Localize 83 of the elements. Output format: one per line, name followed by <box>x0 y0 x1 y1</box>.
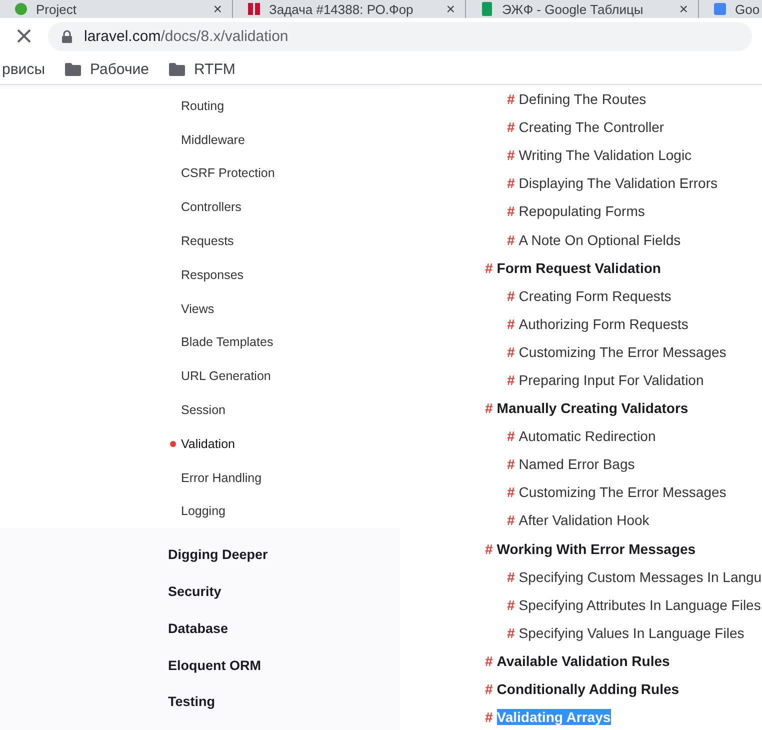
anchor-hash[interactable]: # <box>507 175 515 192</box>
folder-icon <box>168 62 185 76</box>
anchor-hash[interactable]: # <box>485 652 493 669</box>
anchor-hash[interactable]: # <box>507 428 515 444</box>
anchor-hash[interactable]: # <box>485 400 493 416</box>
folder-icon <box>64 62 81 76</box>
contents-link[interactable]: Specifying Attributes In Language Files <box>518 596 761 613</box>
contents-link[interactable]: Repopulating Forms <box>518 203 645 220</box>
tab-title: Goo <box>735 2 761 16</box>
tab-title: Задача #14388: РО.Фор <box>269 2 414 16</box>
bookmark[interactable]: рвисы <box>0 60 45 78</box>
sidebar-link[interactable]: Logging <box>170 504 226 518</box>
anchor-hash[interactable]: # <box>485 681 493 698</box>
anchor-hash[interactable]: # <box>507 119 515 136</box>
contents-link[interactable]: Creating The Controller <box>518 119 664 136</box>
tab-close-button[interactable]: × <box>679 0 688 18</box>
contents-link[interactable]: Customizing The Error Messages <box>518 484 726 500</box>
tab-title: Project <box>36 2 78 16</box>
sidebar-link[interactable]: CSRF Protection <box>170 166 275 180</box>
sidebar-link[interactable]: Testing <box>168 694 215 710</box>
anchor-hash[interactable]: # <box>507 624 515 641</box>
contents-link[interactable]: Displaying The Validation Errors <box>518 175 718 192</box>
contents-link[interactable]: Authorizing Form Requests <box>518 316 688 332</box>
anchor-hash[interactable]: # <box>507 232 515 248</box>
sidebar-link[interactable]: Routing <box>170 98 224 113</box>
sidebar-link[interactable]: Controllers <box>170 200 242 214</box>
contents-link[interactable]: Working With Error Messages <box>496 540 696 557</box>
sidebar-link[interactable]: Session <box>170 403 226 418</box>
sidebar-link[interactable]: Digging Deeper <box>168 547 268 562</box>
anchor-hash[interactable]: # <box>507 344 515 360</box>
anchor-hash[interactable]: # <box>507 316 515 332</box>
tab-title: ЭЖФ - Google Таблицы <box>502 2 644 16</box>
tab-favicon-icon <box>14 2 28 16</box>
contents-link[interactable]: Specifying Values In Language Files <box>518 624 744 641</box>
tab-favicon-icon <box>713 2 727 16</box>
url-text: laravel.com/docs/8.x/validation <box>84 28 288 44</box>
contents-link[interactable]: Automatic Redirection <box>518 428 656 444</box>
contents-link[interactable]: Defining The Routes <box>518 91 646 108</box>
anchor-hash[interactable]: # <box>485 260 493 276</box>
contents-link[interactable]: Preparing Input For Validation <box>518 372 704 388</box>
contents-link[interactable]: Specifying Custom Messages In Langu <box>518 568 762 585</box>
close-icon[interactable] <box>17 29 31 43</box>
tab-favicon-icon <box>480 2 494 16</box>
sidebar-link[interactable]: Database <box>168 620 228 636</box>
anchor-hash[interactable]: # <box>507 568 515 585</box>
contents-link[interactable]: Form Request Validation <box>496 260 661 276</box>
bookmark[interactable]: Рабочие <box>64 60 149 78</box>
anchor-hash[interactable]: # <box>507 512 515 528</box>
tab-close-button[interactable]: × <box>446 0 455 18</box>
contents-link[interactable]: Creating Form Requests <box>518 288 672 304</box>
lock-icon <box>62 30 72 42</box>
contents-link[interactable]: Manually Creating Validators <box>496 400 688 416</box>
anchor-hash[interactable]: # <box>485 709 493 726</box>
anchor-hash[interactable]: # <box>507 147 515 164</box>
tab-close-button[interactable]: × <box>213 0 222 18</box>
sidebar-link[interactable]: Eloquent ORM <box>168 658 261 673</box>
sidebar-link[interactable]: Security <box>168 584 222 600</box>
anchor-hash[interactable]: # <box>507 372 515 388</box>
contents-link[interactable]: Customizing The Error Messages <box>518 344 726 360</box>
anchor-hash[interactable]: # <box>507 484 515 500</box>
contents-link[interactable]: Conditionally Adding Rules <box>496 681 680 698</box>
sidebar-link[interactable]: URL Generation <box>170 369 271 384</box>
bookmark[interactable]: RTFM <box>168 60 236 78</box>
sidebar-link[interactable]: Blade Templates <box>170 335 274 350</box>
contents-link[interactable]: Available Validation Rules <box>496 652 670 669</box>
tab-favicon-icon <box>247 2 261 16</box>
contents-link[interactable]: A Note On Optional Fields <box>518 232 681 248</box>
anchor-hash[interactable]: # <box>507 596 515 613</box>
contents-link[interactable]: After Validation Hook <box>518 512 650 528</box>
sidebar-link[interactable]: Views <box>170 302 214 316</box>
sidebar-link[interactable]: Responses <box>170 268 244 282</box>
anchor-hash[interactable]: # <box>507 203 515 220</box>
address-bar[interactable]: laravel.com/docs/8.x/validation <box>48 22 752 50</box>
contents-link[interactable]: Named Error Bags <box>518 456 635 472</box>
sidebar-link[interactable]: Validation <box>170 436 235 451</box>
contents-link[interactable]: Writing The Validation Logic <box>518 147 692 164</box>
anchor-hash[interactable]: # <box>507 456 515 472</box>
sidebar-link[interactable]: Middleware <box>170 132 245 147</box>
anchor-hash[interactable]: # <box>507 91 515 108</box>
anchor-hash[interactable]: # <box>507 288 515 304</box>
sidebar-link[interactable]: Error Handling <box>170 470 262 485</box>
anchor-hash[interactable]: # <box>485 540 493 557</box>
sidebar-link[interactable]: Requests <box>170 234 234 248</box>
